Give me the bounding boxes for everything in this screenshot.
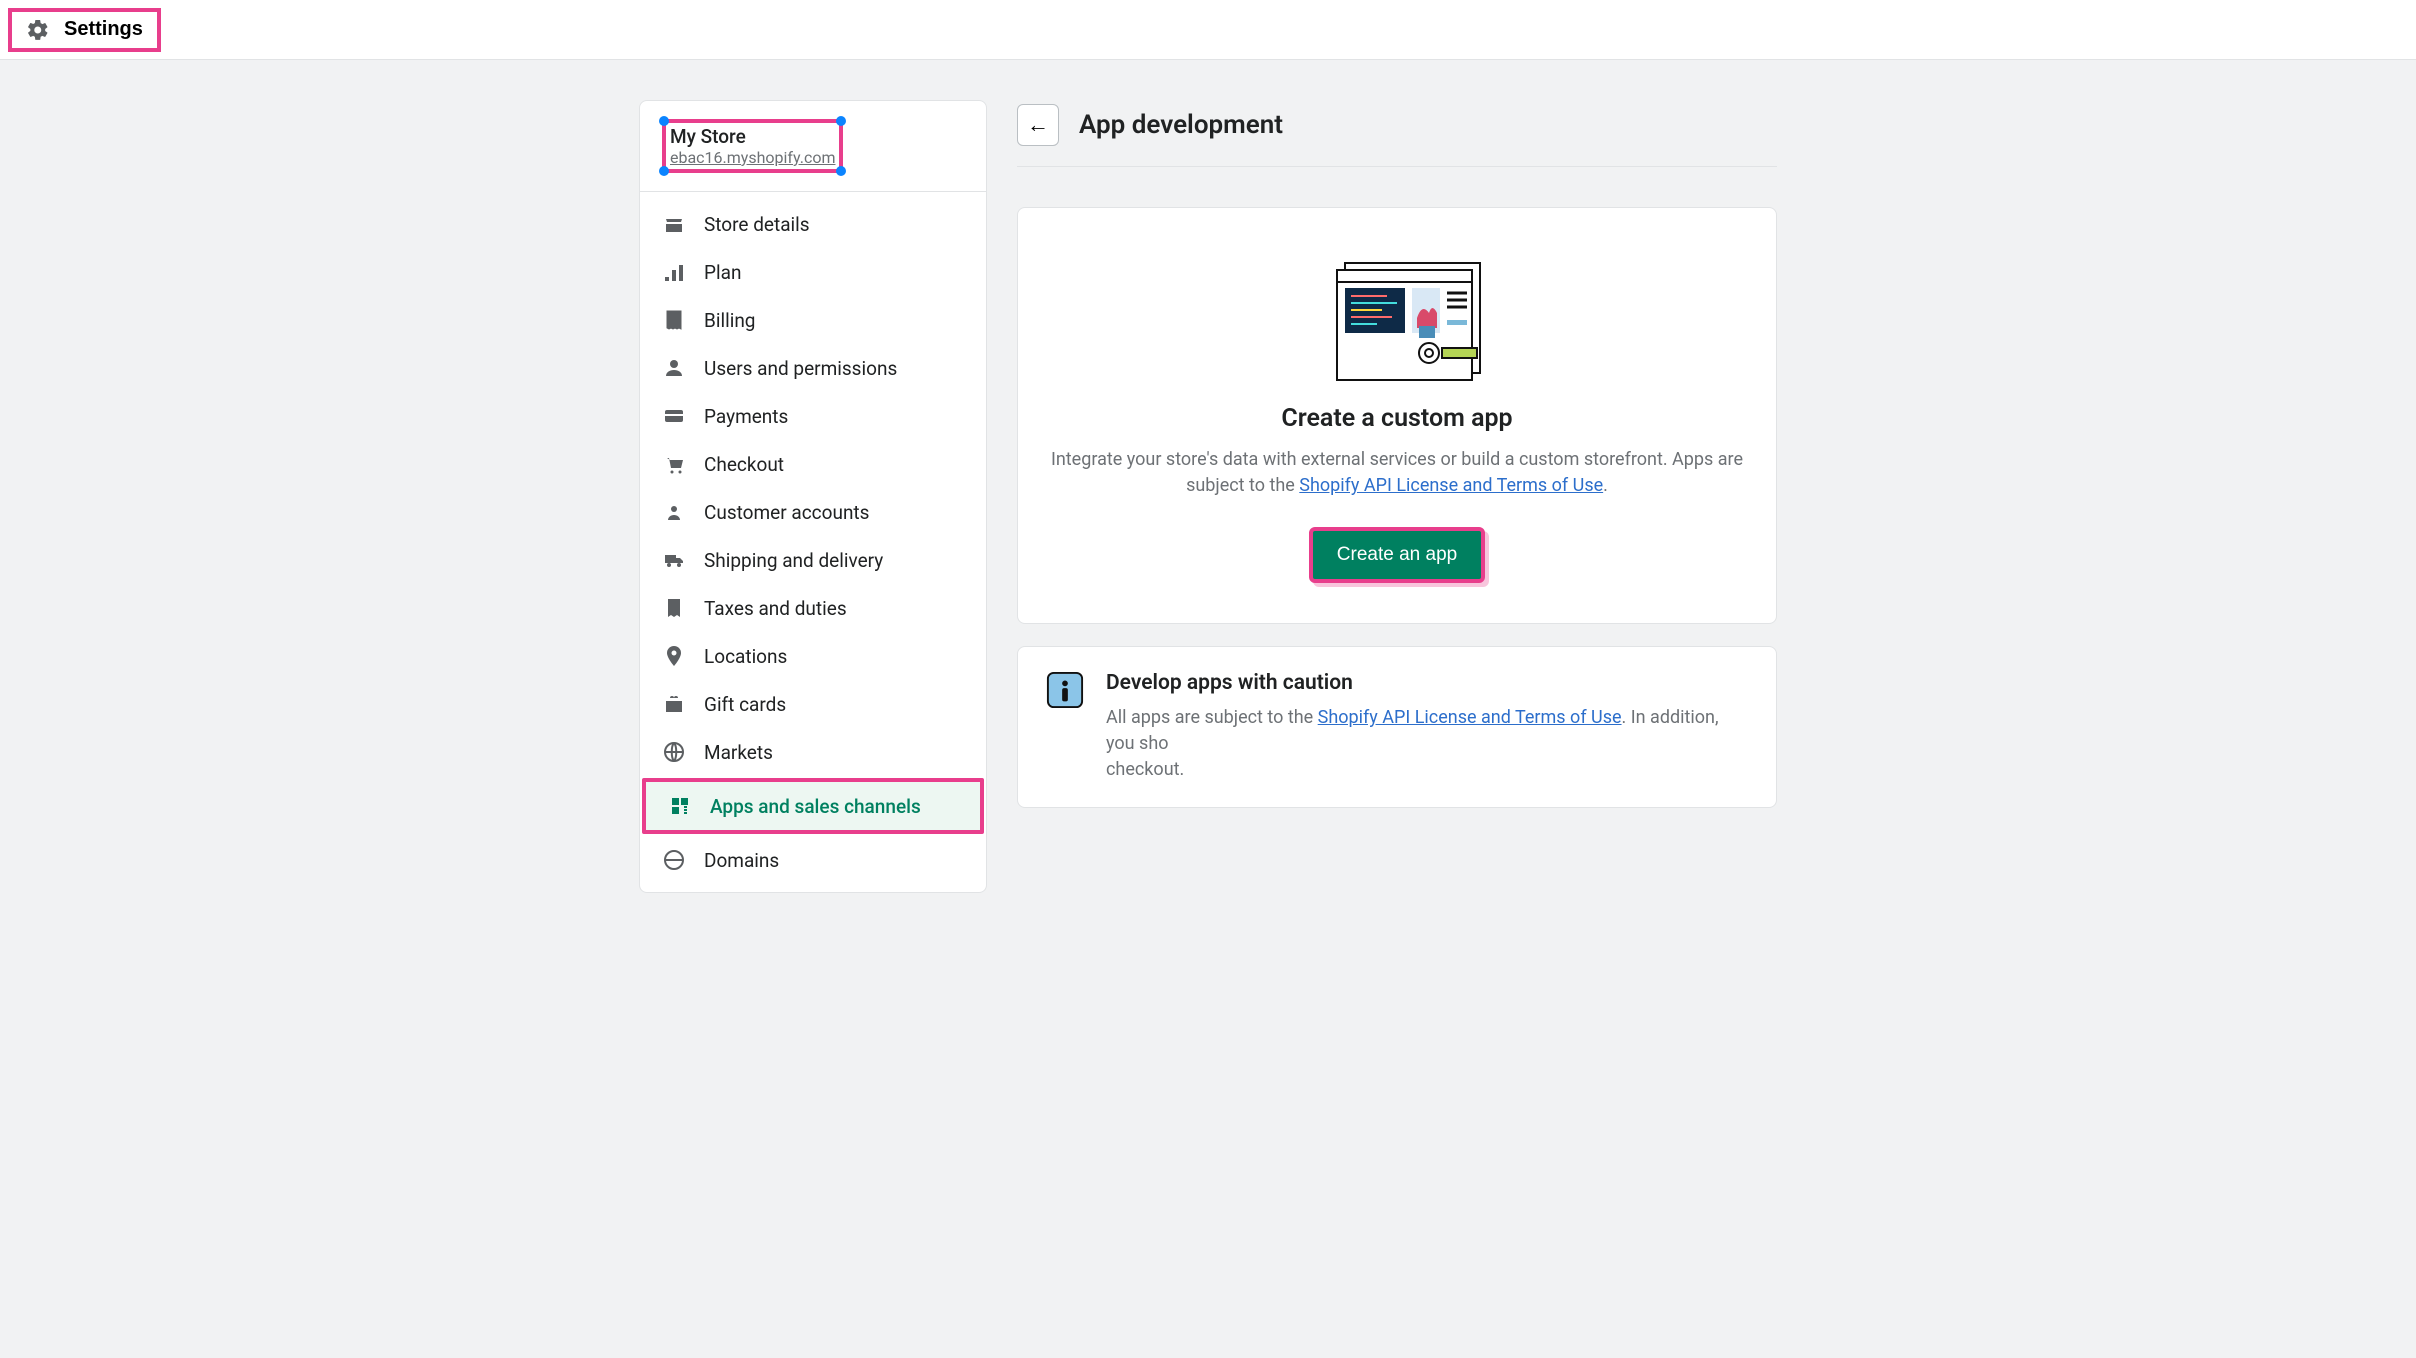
settings-nav: Store details Plan Billing Users and per… bbox=[640, 192, 986, 892]
sidebar-item-apps[interactable]: Apps and sales channels bbox=[642, 778, 984, 834]
sidebar-item-payments[interactable]: Payments bbox=[640, 392, 986, 440]
users-icon bbox=[662, 356, 686, 380]
sidebar-item-label: Payments bbox=[704, 405, 788, 428]
sidebar-item-users[interactable]: Users and permissions bbox=[640, 344, 986, 392]
sidebar-item-checkout[interactable]: Checkout bbox=[640, 440, 986, 488]
sidebar-item-locations[interactable]: Locations bbox=[640, 632, 986, 680]
create-app-card: Create a custom app Integrate your store… bbox=[1017, 207, 1777, 624]
sidebar-item-label: Customer accounts bbox=[704, 501, 869, 524]
page-header: ← App development bbox=[1017, 104, 1777, 167]
sidebar-item-label: Users and permissions bbox=[704, 357, 897, 380]
sidebar-item-label: Billing bbox=[704, 309, 755, 332]
sidebar-item-label: Domains bbox=[704, 849, 779, 872]
sidebar-item-gift-cards[interactable]: Gift cards bbox=[640, 680, 986, 728]
sidebar-item-plan[interactable]: Plan bbox=[640, 248, 986, 296]
sidebar-item-label: Gift cards bbox=[704, 693, 786, 716]
sidebar-item-label: Store details bbox=[704, 213, 810, 236]
store-url: ebac16.myshopify.com bbox=[670, 148, 835, 167]
sidebar-item-label: Apps and sales channels bbox=[710, 795, 921, 818]
caution-text: All apps are subject to the Shopify API … bbox=[1106, 705, 1748, 783]
sidebar-item-label: Locations bbox=[704, 645, 787, 668]
gift-icon bbox=[662, 692, 686, 716]
api-license-link-2[interactable]: Shopify API License and Terms of Use bbox=[1318, 707, 1622, 728]
taxes-icon bbox=[662, 596, 686, 620]
store-header[interactable]: My Store ebac16.myshopify.com bbox=[640, 101, 986, 192]
arrow-left-icon: ← bbox=[1027, 112, 1049, 138]
create-an-app-button[interactable]: Create an app bbox=[1309, 527, 1485, 583]
sidebar-item-customer-accounts[interactable]: Customer accounts bbox=[640, 488, 986, 536]
settings-button[interactable]: Settings bbox=[8, 8, 161, 52]
api-license-link[interactable]: Shopify API License and Terms of Use bbox=[1299, 475, 1603, 496]
sidebar-item-label: Markets bbox=[704, 741, 773, 764]
settings-label: Settings bbox=[64, 18, 143, 41]
sidebar-item-markets[interactable]: Markets bbox=[640, 728, 986, 776]
payments-icon bbox=[662, 404, 686, 428]
customers-icon bbox=[662, 500, 686, 524]
sidebar-item-label: Shipping and delivery bbox=[704, 549, 883, 572]
info-icon bbox=[1046, 671, 1084, 709]
billing-icon bbox=[662, 308, 686, 332]
checkout-icon bbox=[662, 452, 686, 476]
settings-sidebar: My Store ebac16.myshopify.com Store deta… bbox=[639, 100, 987, 893]
sidebar-item-label: Plan bbox=[704, 261, 741, 284]
empty-state-description: Integrate your store's data with externa… bbox=[1046, 447, 1748, 499]
sidebar-item-store-details[interactable]: Store details bbox=[640, 200, 986, 248]
sidebar-item-billing[interactable]: Billing bbox=[640, 296, 986, 344]
topbar: Settings bbox=[0, 0, 2416, 60]
plan-icon bbox=[662, 260, 686, 284]
app-illustration bbox=[1046, 248, 1748, 388]
markets-icon bbox=[662, 740, 686, 764]
caution-title: Develop apps with caution bbox=[1106, 671, 1748, 695]
sidebar-item-taxes[interactable]: Taxes and duties bbox=[640, 584, 986, 632]
sidebar-item-domains[interactable]: Domains bbox=[640, 836, 986, 884]
empty-state-title: Create a custom app bbox=[1046, 404, 1748, 433]
back-button[interactable]: ← bbox=[1017, 104, 1059, 146]
main-content: ← App development bbox=[1017, 100, 1777, 893]
store-icon bbox=[662, 212, 686, 236]
gear-icon bbox=[26, 18, 50, 42]
page-content: My Store ebac16.myshopify.com Store deta… bbox=[0, 60, 2416, 893]
caution-card: Develop apps with caution All apps are s… bbox=[1017, 646, 1777, 808]
store-name: My Store bbox=[670, 125, 835, 148]
shipping-icon bbox=[662, 548, 686, 572]
sidebar-item-label: Checkout bbox=[704, 453, 784, 476]
page-title: App development bbox=[1079, 110, 1283, 140]
apps-icon bbox=[668, 794, 692, 818]
domains-icon bbox=[662, 848, 686, 872]
sidebar-item-shipping[interactable]: Shipping and delivery bbox=[640, 536, 986, 584]
locations-icon bbox=[662, 644, 686, 668]
sidebar-item-label: Taxes and duties bbox=[704, 597, 847, 620]
